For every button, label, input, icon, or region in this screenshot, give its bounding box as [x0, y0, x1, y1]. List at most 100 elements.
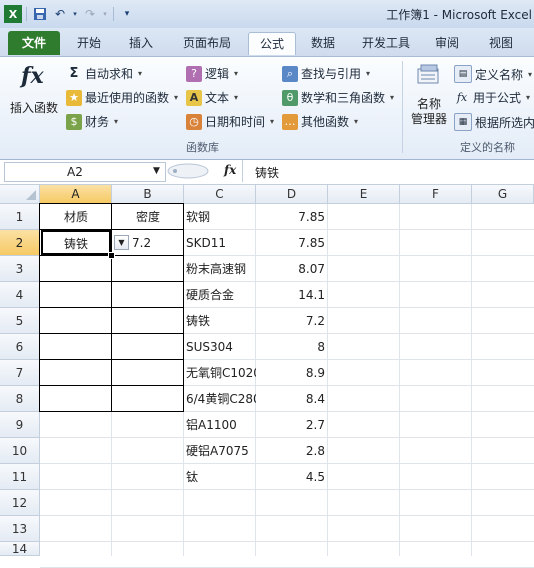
tab-review[interactable]: 审阅 — [424, 32, 470, 54]
use-in-formula-button[interactable]: fx 用于公式 ▾ — [454, 89, 530, 106]
table-cell-border — [111, 255, 184, 282]
autosum-button[interactable]: Σ 自动求和 ▾ — [66, 65, 142, 82]
insert-function-label: 插入函数 — [10, 101, 59, 115]
row-header-9[interactable]: 9 — [0, 412, 40, 438]
excel-logo-icon[interactable]: X — [4, 5, 22, 23]
gridline-col — [399, 204, 400, 556]
density-value-b2: 7.2 — [132, 236, 152, 250]
row-header-8[interactable]: 8 — [0, 386, 40, 412]
column-header-e[interactable]: E — [328, 185, 400, 204]
row-header-11[interactable]: 11 — [0, 464, 40, 490]
header-material: 材质 — [63, 210, 88, 224]
datetime-button[interactable]: ◷ 日期和时间 ▾ — [186, 113, 274, 130]
table-cell-border — [39, 255, 112, 282]
text-button[interactable]: A 文本 ▾ — [186, 89, 238, 106]
group-separator — [402, 61, 403, 153]
tab-home[interactable]: 开始 — [66, 32, 112, 54]
insert-function-button[interactable]: fx 插入函数 — [8, 61, 62, 121]
ribbon-tabs: 文件 开始 插入 页面布局 公式 数据 开发工具 审阅 视图 — [0, 28, 534, 56]
ribbon-formulas: fx 插入函数 Σ 自动求和 ▾ ★ 最近使用的函数 ▾ $ 财务 ▾ ? 逻辑 ▾ A… — [0, 56, 534, 160]
row-header-14[interactable]: 14 — [0, 542, 40, 556]
column-header-g[interactable]: G — [472, 185, 534, 204]
material-density: 14.1 — [298, 288, 325, 302]
material-name: 硬质合金 — [186, 288, 235, 302]
create-from-selection-icon: ▦ — [454, 113, 472, 131]
material-name: 6/4黄铜C2801 — [186, 392, 256, 406]
gridline-row — [40, 541, 534, 542]
material-name: 粉末高速钢 — [186, 262, 247, 276]
tab-page-layout[interactable]: 页面布局 — [170, 32, 244, 54]
column-header-c[interactable]: C — [184, 185, 256, 204]
name-box-dropdown-icon[interactable]: ▼ — [153, 166, 160, 176]
gridline-col — [471, 204, 472, 556]
name-box-value: A2 — [67, 165, 83, 179]
row-header-13[interactable]: 13 — [0, 516, 40, 542]
material-density: 8.07 — [298, 262, 325, 276]
column-header-d[interactable]: D — [256, 185, 328, 204]
header-density: 密度 — [135, 210, 160, 224]
row-header-1[interactable]: 1 — [0, 204, 40, 230]
row-header-4[interactable]: 4 — [0, 282, 40, 308]
column-header-b[interactable]: B — [112, 185, 184, 204]
undo-dropdown-icon[interactable]: ▾ — [71, 5, 79, 23]
customize-qat-icon[interactable]: ▾ — [118, 5, 136, 23]
formula-input[interactable]: 铸铁 — [242, 160, 534, 182]
name-box[interactable]: A2 ▼ — [4, 162, 166, 182]
material-density: 4.5 — [305, 470, 325, 484]
recent-functions-button[interactable]: ★ 最近使用的函数 ▾ — [66, 89, 178, 106]
fill-handle[interactable] — [108, 252, 115, 259]
logical-button[interactable]: ? 逻辑 ▾ — [186, 65, 238, 82]
row-header-3[interactable]: 3 — [0, 256, 40, 282]
financial-button[interactable]: $ 财务 ▾ — [66, 113, 118, 130]
column-header-f[interactable]: F — [400, 185, 472, 204]
undo-icon[interactable]: ↶ — [51, 5, 69, 23]
row-header-12[interactable]: 12 — [0, 490, 40, 516]
financial-book-icon: $ — [66, 113, 82, 130]
math-trig-button[interactable]: θ 数学和三角函数 ▾ — [282, 89, 394, 106]
define-name-button[interactable]: ▤ 定义名称 ▾ — [454, 65, 532, 83]
tab-data[interactable]: 数据 — [300, 32, 346, 54]
tab-view[interactable]: 视图 — [478, 32, 524, 54]
active-cell-a2[interactable]: 铸铁 — [41, 230, 111, 255]
name-manager-icon — [416, 63, 442, 87]
worksheet-grid[interactable]: A B C D E F G 1 2 3 4 5 6 7 8 9 10 11 12 13 14 材质 密度 铸铁 ▼ 7.2 软钢 7.… — [0, 185, 534, 568]
tab-file[interactable]: 文件 — [8, 31, 60, 55]
text-book-icon: A — [186, 89, 202, 106]
column-header-a[interactable]: A — [40, 185, 112, 204]
math-book-icon: θ — [282, 89, 298, 106]
redo-icon[interactable]: ↷ — [81, 5, 99, 23]
material-name: 无氧铜C1020 — [186, 366, 256, 380]
formula-bar-splitter[interactable] — [166, 163, 210, 179]
quick-access-toolbar: X ↶ ▾ ↷ ▾ ▾ — [4, 4, 136, 24]
save-icon[interactable] — [31, 5, 49, 23]
use-in-formula-icon: fx — [456, 91, 468, 104]
row-header-2[interactable]: 2 — [0, 230, 40, 256]
tab-insert[interactable]: 插入 — [118, 32, 164, 54]
logical-book-icon: ? — [186, 65, 202, 82]
material-name: 硬铝A7075 — [186, 444, 249, 458]
more-functions-button[interactable]: … 其他函数 ▾ — [282, 113, 358, 130]
lookup-button[interactable]: ⌕ 查找与引用 ▾ — [282, 65, 370, 82]
table-cell-border — [111, 359, 184, 386]
select-all-corner[interactable] — [0, 185, 40, 204]
formula-bar: A2 ▼ fx 铸铁 — [0, 160, 534, 185]
material-density: 2.7 — [305, 418, 325, 432]
table-cell-border — [111, 281, 184, 308]
material-density: 7.85 — [298, 210, 325, 224]
material-density: 2.8 — [305, 444, 325, 458]
row-header-5[interactable]: 5 — [0, 308, 40, 334]
material-density: 7.85 — [298, 236, 325, 250]
row-header-7[interactable]: 7 — [0, 360, 40, 386]
name-manager-button[interactable]: 名称 管理器 — [408, 61, 450, 135]
tab-developer[interactable]: 开发工具 — [354, 32, 418, 54]
material-name: 软钢 — [186, 210, 211, 224]
tab-formulas[interactable]: 公式 — [248, 32, 296, 55]
formula-value: 铸铁 — [255, 166, 280, 180]
row-header-10[interactable]: 10 — [0, 438, 40, 464]
insert-function-fx-icon[interactable]: fx — [224, 163, 236, 177]
redo-dropdown-icon[interactable]: ▾ — [101, 5, 109, 23]
title-bar: X ↶ ▾ ↷ ▾ ▾ 工作簿1 - Microsoft Excel — [0, 0, 534, 29]
row-header-6[interactable]: 6 — [0, 334, 40, 360]
validation-dropdown-icon[interactable]: ▼ — [114, 235, 129, 250]
create-from-selection-button[interactable]: ▦ 根据所选内容 — [454, 113, 534, 131]
